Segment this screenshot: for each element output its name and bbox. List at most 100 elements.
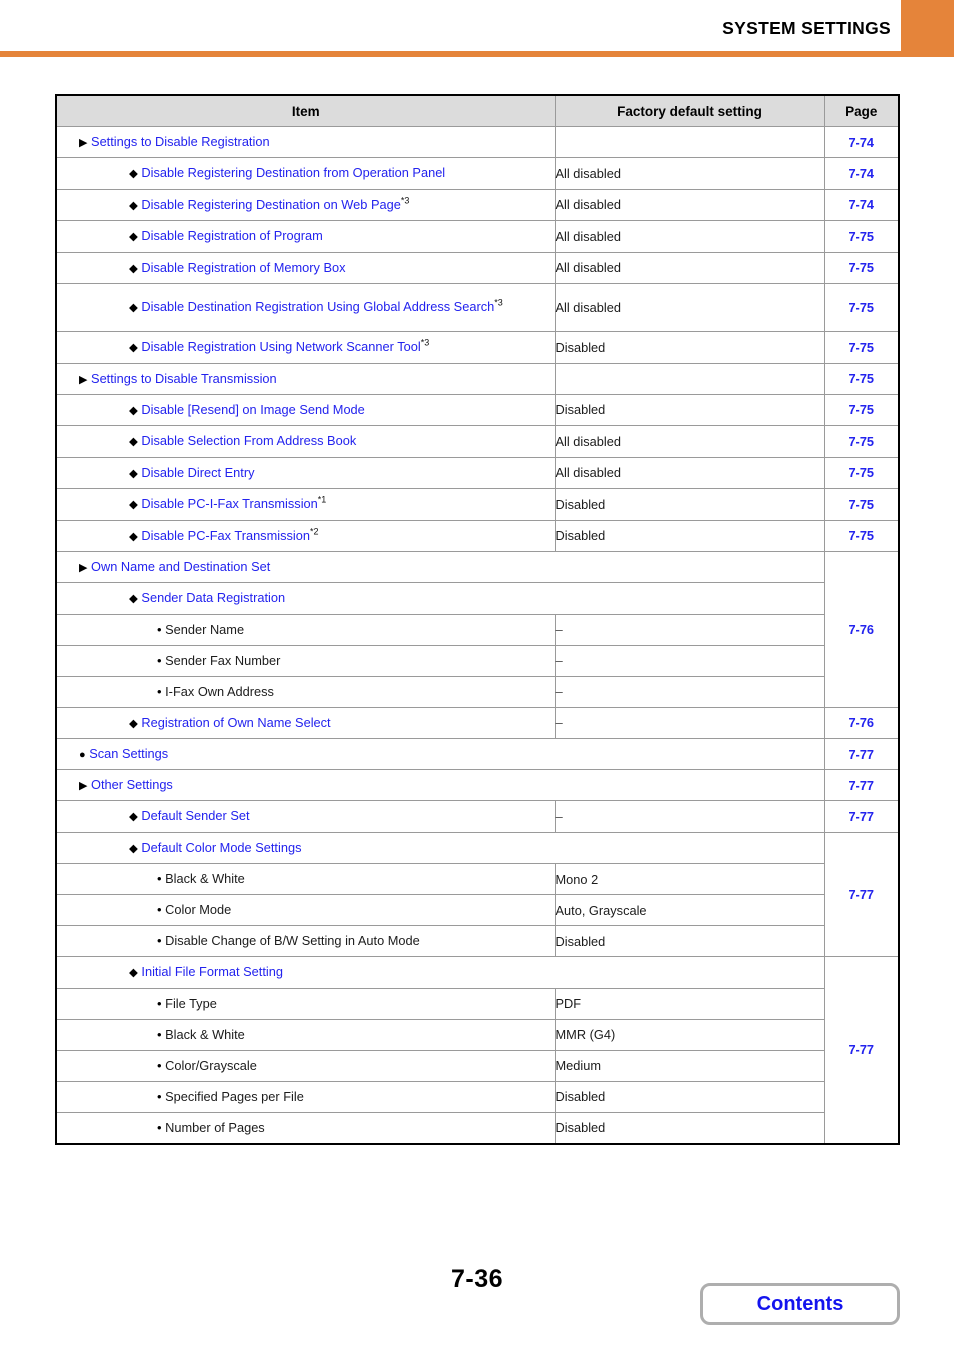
- item-label-wrapper: ▶ Other Settings: [57, 770, 824, 800]
- table-row: • Black & White Mono 2: [55, 863, 899, 896]
- table-row: • Black & White MMR (G4): [55, 1018, 899, 1051]
- item-link[interactable]: Other Settings: [91, 777, 173, 792]
- item-link[interactable]: Disable Direct Entry: [141, 465, 254, 480]
- page-reference-link[interactable]: 7-74: [848, 166, 874, 181]
- page-reference-link[interactable]: 7-75: [848, 402, 874, 417]
- page-reference-cell: 7-77: [823, 956, 900, 1145]
- item-link[interactable]: Disable Registering Destination on Web P…: [141, 197, 400, 212]
- table-row: ◆ Disable Registering Destination on Web…: [55, 188, 900, 222]
- header-accent-block: [901, 0, 954, 51]
- page-reference-link[interactable]: 7-77: [848, 778, 874, 793]
- page-reference-link[interactable]: 7-75: [848, 340, 874, 355]
- item-label-wrapper: ▶ Settings to Disable Registration: [57, 127, 555, 157]
- page-reference-link[interactable]: 7-75: [848, 528, 874, 543]
- item-link[interactable]: Sender Data Registration: [141, 590, 285, 605]
- page-reference-link[interactable]: 7-77: [848, 809, 874, 824]
- triangle-bullet-icon: ▶: [79, 373, 88, 386]
- item-link[interactable]: Disable Selection From Address Book: [141, 433, 356, 448]
- item-text: Number of Pages: [165, 1119, 265, 1135]
- page-reference-cell: 7-75: [823, 220, 900, 253]
- triangle-bullet-icon: ▶: [79, 780, 88, 793]
- dot-bullet-icon: •: [157, 652, 162, 668]
- factory-default-cell: MMR (G4): [554, 1018, 825, 1051]
- item-link[interactable]: Disable Registration Using Network Scann…: [141, 339, 420, 354]
- diamond-bullet-icon: ◆: [129, 530, 138, 543]
- item-link[interactable]: Disable PC-I-Fax Transmission: [141, 496, 317, 511]
- item-link[interactable]: Default Color Mode Settings: [141, 840, 301, 855]
- item-cell: • Black & White: [55, 863, 556, 896]
- contents-button[interactable]: Contents: [700, 1283, 900, 1325]
- item-link[interactable]: Initial File Format Setting: [141, 964, 283, 979]
- item-link[interactable]: Own Name and Destination Set: [91, 559, 270, 574]
- page-reference-link[interactable]: 7-75: [848, 434, 874, 449]
- page-reference-link[interactable]: 7-77: [848, 1042, 874, 1057]
- factory-default-value: Disabled: [555, 1089, 606, 1105]
- item-link[interactable]: Disable Destination Registration Using G…: [141, 299, 494, 314]
- item-link[interactable]: Default Sender Set: [141, 808, 249, 823]
- contents-button-label: Contents: [756, 1292, 844, 1315]
- item-text: Black & White: [165, 871, 245, 887]
- page-reference-link[interactable]: 7-75: [848, 260, 874, 275]
- item-cell: • File Type: [55, 987, 556, 1020]
- item-link[interactable]: Disable Registration of Program: [141, 228, 322, 243]
- item-label-wrapper: ◆ Default Color Mode Settings: [57, 833, 824, 864]
- item-label-wrapper: ◆ Registration of Own Name Select: [57, 708, 555, 739]
- item-cell: ◆ Disable Destination Registration Using…: [55, 283, 556, 333]
- factory-default-cell: –: [554, 613, 825, 646]
- diamond-bullet-icon: ◆: [129, 811, 138, 824]
- factory-default-value: All disabled: [555, 433, 621, 449]
- item-link[interactable]: Settings to Disable Registration: [91, 134, 270, 149]
- item-link[interactable]: Disable Registration of Memory Box: [141, 260, 345, 275]
- page-reference-link[interactable]: 7-77: [848, 887, 874, 902]
- page-reference-link[interactable]: 7-75: [848, 465, 874, 480]
- factory-default-value: Disabled: [555, 339, 606, 355]
- item-link[interactable]: Disable [Resend] on Image Send Mode: [141, 402, 364, 417]
- page-reference-link[interactable]: 7-76: [848, 622, 874, 637]
- page-reference-link[interactable]: 7-74: [848, 197, 874, 212]
- dot-bullet-icon: •: [157, 995, 162, 1011]
- item-link[interactable]: Scan Settings: [89, 746, 168, 761]
- factory-default-cell: Disabled: [554, 488, 825, 521]
- item-label-wrapper: ◆ Disable Registering Destination on Web…: [57, 190, 555, 221]
- factory-default-cell: All disabled: [554, 220, 825, 253]
- item-label-wrapper: • File Type: [57, 989, 555, 1019]
- table-row: ◆ Initial File Format Setting 7-77: [55, 956, 900, 1145]
- footnote-marker: *3: [494, 298, 503, 309]
- factory-default-value: –: [555, 622, 563, 638]
- item-cell: • Specified Pages per File: [55, 1080, 556, 1113]
- table-row: ◆ Registration of Own Name Select –7-76: [55, 706, 900, 740]
- item-cell: • Color/Grayscale: [55, 1049, 556, 1082]
- page-reference-link[interactable]: 7-74: [848, 135, 874, 150]
- page-reference-cell: 7-75: [823, 519, 900, 553]
- item-cell: • Disable Change of B/W Setting in Auto …: [55, 925, 556, 958]
- item-link[interactable]: Settings to Disable Transmission: [91, 371, 277, 386]
- item-link[interactable]: Disable PC-Fax Transmission: [141, 528, 310, 543]
- dot-bullet-icon: •: [157, 1088, 162, 1104]
- item-text: Disable Change of B/W Setting in Auto Mo…: [165, 933, 420, 949]
- factory-default-cell: Disabled: [554, 519, 825, 553]
- item-cell: ◆ Disable Registration Using Network Sca…: [55, 331, 556, 364]
- page-reference-link[interactable]: 7-75: [848, 371, 874, 386]
- factory-default-value: All disabled: [555, 197, 621, 213]
- item-cell: ◆ Disable PC-Fax Transmission*2: [55, 519, 556, 553]
- triangle-bullet-icon: ▶: [79, 562, 88, 575]
- page-reference-link[interactable]: 7-75: [848, 300, 874, 315]
- dot-bullet-icon: •: [157, 683, 162, 699]
- factory-default-value: All disabled: [555, 300, 621, 316]
- table-row: ◆ Disable PC-I-Fax Transmission*1 Disable…: [55, 488, 900, 521]
- item-link[interactable]: Disable Registering Destination from Ope…: [141, 165, 445, 180]
- table-row: ◆ Sender Data Registration: [55, 582, 899, 615]
- page-reference-link[interactable]: 7-75: [848, 497, 874, 512]
- factory-default-cell: –: [554, 644, 825, 677]
- item-text: I-Fax Own Address: [165, 683, 274, 699]
- page-reference-link[interactable]: 7-75: [848, 229, 874, 244]
- item-cell: ▶ Other Settings: [55, 769, 825, 802]
- footnote-marker: *2: [309, 526, 319, 537]
- diamond-bullet-icon: ◆: [129, 302, 138, 315]
- item-link[interactable]: Registration of Own Name Select: [141, 715, 330, 730]
- page-reference-link[interactable]: 7-77: [848, 747, 874, 762]
- table-row: ◆ Disable Registering Destination from O…: [55, 157, 900, 190]
- page-reference-link[interactable]: 7-76: [848, 715, 874, 730]
- column-header-page: Page: [823, 94, 900, 127]
- table-row: • Specified Pages per File Disabled: [55, 1080, 899, 1113]
